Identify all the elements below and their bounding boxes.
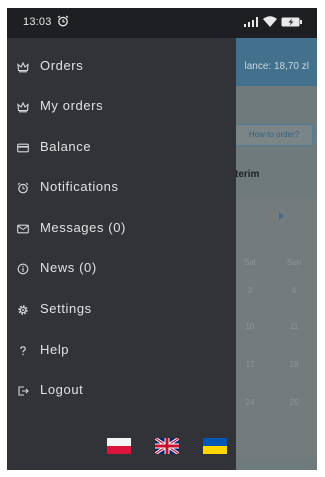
crown-icon: [17, 61, 29, 73]
menu-item-label: Logout: [40, 382, 84, 397]
menu-item-balance[interactable]: Balance: [7, 133, 236, 163]
card-icon: [17, 142, 29, 154]
menu-item-news[interactable]: News (0): [7, 254, 236, 284]
logout-icon: [17, 385, 29, 397]
polish-flag[interactable]: [107, 438, 131, 454]
calendar-day[interactable]: 10: [235, 322, 265, 331]
battery-icon: [281, 17, 302, 27]
calendar-day[interactable]: 11: [279, 322, 309, 331]
menu-item-notifications[interactable]: Notifications: [7, 173, 236, 203]
calendar-header-sun: Sun: [286, 258, 302, 267]
menu-item-messages[interactable]: Messages (0): [7, 214, 236, 244]
menu-item-help[interactable]: Help: [7, 336, 236, 366]
menu-item-label: Settings: [40, 301, 92, 316]
calendar-day[interactable]: 25: [279, 398, 309, 407]
calendar-next-arrow-icon[interactable]: [279, 212, 284, 220]
menu-item-label: Help: [40, 342, 70, 357]
wifi-icon: [263, 16, 277, 27]
alarm-icon: [57, 15, 69, 27]
menu-item-label: Balance: [40, 139, 92, 154]
phone-screen: 13:03 lance: 18,70 zl How to order? teri…: [7, 8, 317, 470]
balance-text: lance: 18,70 zl: [244, 61, 310, 72]
crown-icon: [17, 101, 29, 113]
navigation-drawer: Orders My orders Balance Notifications M: [7, 38, 236, 470]
calendar-day[interactable]: 18: [279, 360, 309, 369]
calendar-day[interactable]: 17: [235, 360, 265, 369]
calendar-day[interactable]: 24: [235, 398, 265, 407]
status-bar: 13:03: [7, 8, 317, 38]
menu-item-orders[interactable]: Orders: [7, 52, 236, 82]
how-to-order-button[interactable]: How to order?: [235, 124, 313, 146]
info-icon: [17, 263, 29, 275]
language-selector: [107, 438, 229, 458]
calendar: Sat Sun 3 4 10 11 17 18 24 25: [233, 198, 317, 458]
menu-item-label: My orders: [40, 98, 104, 113]
calendar-day[interactable]: 3: [235, 286, 265, 295]
mail-icon: [17, 223, 29, 235]
menu-item-logout[interactable]: Logout: [7, 376, 236, 406]
menu-item-label: News (0): [40, 260, 97, 275]
signal-icon: [244, 17, 258, 27]
status-time: 13:03: [23, 16, 52, 28]
gear-icon: [17, 304, 29, 316]
alarm-icon: [17, 182, 29, 194]
calendar-header-sat: Sat: [243, 258, 256, 267]
menu-item-settings[interactable]: Settings: [7, 295, 236, 325]
calendar-day[interactable]: 4: [279, 286, 309, 295]
ukraine-flag[interactable]: [203, 438, 227, 454]
term-label: terim: [235, 169, 260, 180]
menu-item-label: Orders: [40, 58, 84, 73]
question-icon: [17, 345, 29, 357]
menu-item-my-orders[interactable]: My orders: [7, 92, 236, 122]
menu-item-label: Messages (0): [40, 220, 126, 235]
menu-item-label: Notifications: [40, 179, 119, 194]
uk-flag[interactable]: [155, 438, 179, 454]
